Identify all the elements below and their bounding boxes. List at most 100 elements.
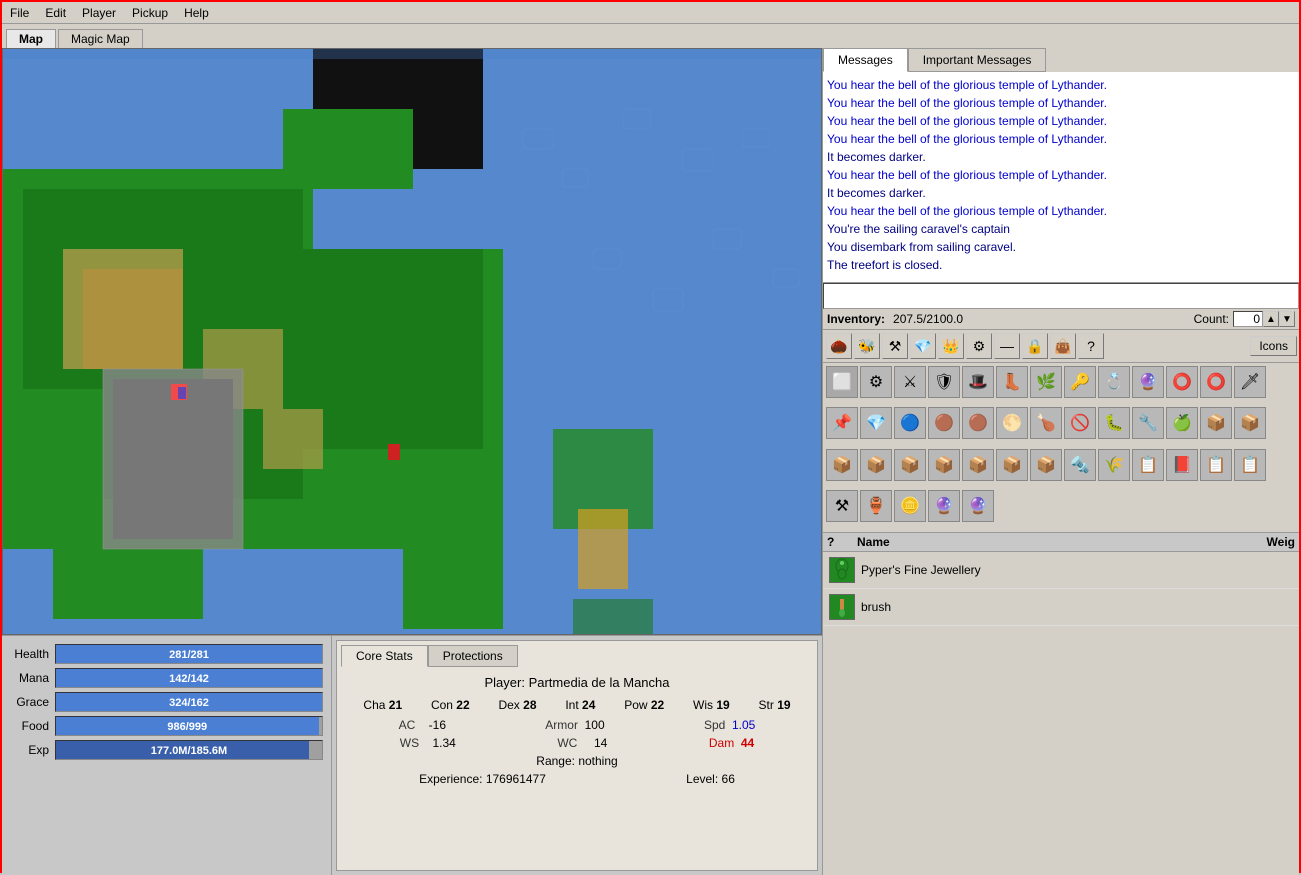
menu-pickup[interactable]: Pickup [124,4,176,22]
game-map[interactable] [2,48,822,635]
tab-map[interactable]: Map [6,29,56,48]
food-bar: 986/999 [56,717,319,735]
inv-cell-2-0[interactable]: 🚫 [1064,407,1096,439]
inv-cell-1-8[interactable]: 🍗 [1030,407,1062,439]
inv-cell-0-2[interactable]: ⚔ [894,366,926,398]
attr-str: Str 19 [759,698,791,712]
inv-cell-3-3[interactable]: 🌾 [1098,449,1130,481]
inv-cell-1-2[interactable]: 📌 [826,407,858,439]
inv-cell-1-7[interactable]: 🌕 [996,407,1028,439]
you-see-icon-1 [827,591,857,623]
exp-bar-container: 177.0M/185.6M [55,740,323,760]
you-see-item-0[interactable]: Pyper's Fine Jewellery [823,552,1299,589]
inv-cell-0-10[interactable]: ⭕ [1166,366,1198,398]
inv-cell-2-9[interactable]: 📦 [928,449,960,481]
inv-cell-3-1[interactable]: 📦 [1030,449,1062,481]
inv-cell-1-3[interactable]: 💎 [860,407,892,439]
main-layout: Health 281/281 Mana 142/142 [2,48,1299,875]
msg-line-4: It becomes darker. [827,148,1295,166]
inv-cell-1-1[interactable]: 🗡 [1234,366,1266,398]
inv-cell-0-7[interactable]: 🔑 [1064,366,1096,398]
chat-input[interactable] [823,283,1299,309]
combat-row-1: AC -16 Armor 100 Spd 1.05 [349,718,805,732]
inv-btn-lock[interactable]: 🔒 [1022,333,1048,359]
inv-cell-3-7[interactable]: 📋 [1234,449,1266,481]
inv-cell-0-8[interactable]: 💍 [1098,366,1130,398]
inv-cell-3-6[interactable]: 📋 [1200,449,1232,481]
inv-cell-0-5[interactable]: 👢 [996,366,1028,398]
inv-btn-bag[interactable]: 👜 [1050,333,1076,359]
mana-label: Mana [10,671,55,685]
menu-player[interactable]: Player [74,4,124,22]
inv-cell-1-0[interactable]: ⭕ [1200,366,1232,398]
item-icon-1 [829,594,855,620]
attr-int: Int 24 [565,698,595,712]
msg-line-10: The treefort is closed. [827,256,1295,274]
tab-important-messages[interactable]: Important Messages [908,48,1047,72]
msg-line-6: It becomes darker. [827,184,1295,202]
tab-protections[interactable]: Protections [428,645,518,667]
mana-bar: 142/142 [56,669,322,687]
food-value: 986/999 [54,717,320,737]
health-bar-container: 281/281 [55,644,323,664]
jewellery-icon [832,558,852,582]
menu-file[interactable]: File [2,4,37,22]
inv-scroll-down[interactable]: ▼ [1279,311,1295,327]
inv-scroll-up[interactable]: ▲ [1263,311,1279,327]
inv-cell-2-6[interactable]: 📦 [826,449,858,481]
inv-cell-3-11[interactable]: 🔮 [928,490,960,522]
inv-cell-0-3[interactable]: 🛡 [928,366,960,398]
inv-cell-2-8[interactable]: 📦 [894,449,926,481]
you-see-col-weight: Weig [1235,535,1295,549]
menu-edit[interactable]: Edit [37,4,74,22]
inv-cell-3-9[interactable]: 🏺 [860,490,892,522]
msg-line-2: You hear the bell of the glorious temple… [827,112,1295,130]
tab-core-stats[interactable]: Core Stats [341,645,428,667]
inv-cell-3-8[interactable]: ⚒ [826,490,858,522]
inv-cell-0-4[interactable]: 🎩 [962,366,994,398]
inv-icons-button[interactable]: Icons [1250,336,1297,356]
inv-cell-4-0[interactable]: 🔮 [962,490,994,522]
inv-cell-2-1[interactable]: 🐛 [1098,407,1130,439]
inv-btn-gem[interactable]: 💎 [910,333,936,359]
inv-btn-acorn[interactable]: 🌰 [826,333,852,359]
attr-dex: Dex 28 [498,698,536,712]
inv-cell-2-3[interactable]: 🍏 [1166,407,1198,439]
chat-input-area [823,283,1299,309]
inv-cell-0-0[interactable]: ⬜ [826,366,858,398]
you-see-icon-0 [827,554,857,586]
you-see-area: ? Name Weig Pyper's Fine Jewellery [823,533,1299,875]
inv-btn-tools[interactable]: ⚒ [882,333,908,359]
tab-magic-map[interactable]: Magic Map [58,29,143,48]
inv-cell-2-7[interactable]: 📦 [860,449,892,481]
inv-cell-3-2[interactable]: 🔩 [1064,449,1096,481]
inv-cell-2-10[interactable]: 📦 [962,449,994,481]
inv-cell-1-5[interactable]: 🟤 [928,407,960,439]
tab-messages[interactable]: Messages [823,48,908,72]
inv-btn-question[interactable]: ? [1078,333,1104,359]
ws-stat: WS 1.34 [400,736,456,750]
inv-cell-0-9[interactable]: 🔮 [1132,366,1164,398]
inv-cell-3-5[interactable]: 📕 [1166,449,1198,481]
you-see-item-1[interactable]: brush [823,589,1299,626]
inv-cell-1-6[interactable]: 🟤 [962,407,994,439]
inv-cell-3-0[interactable]: 📦 [996,449,1028,481]
inv-cell-1-4[interactable]: 🔵 [894,407,926,439]
inv-cell-2-4[interactable]: 📦 [1200,407,1232,439]
inv-cell-2-2[interactable]: 🔧 [1132,407,1164,439]
inv-cell-3-4[interactable]: 📋 [1132,449,1164,481]
exp-row: Exp 177.0M/185.6M [10,740,323,760]
inv-btn-dash[interactable]: — [994,333,1020,359]
menu-help[interactable]: Help [176,4,217,22]
mana-row: Mana 142/142 [10,668,323,688]
inv-cell-0-1[interactable]: ⚙ [860,366,892,398]
item-icon-0 [829,557,855,583]
inv-btn-bee[interactable]: 🐝 [854,333,880,359]
inv-cell-0-6[interactable]: 🌿 [1030,366,1062,398]
msg-line-9: You disembark from sailing caravel. [827,238,1295,256]
message-content: You hear the bell of the glorious temple… [823,72,1299,282]
inv-cell-2-5[interactable]: 📦 [1234,407,1266,439]
inv-btn-gear[interactable]: ⚙ [966,333,992,359]
inv-btn-crown[interactable]: 👑 [938,333,964,359]
inv-cell-3-10[interactable]: 🪙 [894,490,926,522]
